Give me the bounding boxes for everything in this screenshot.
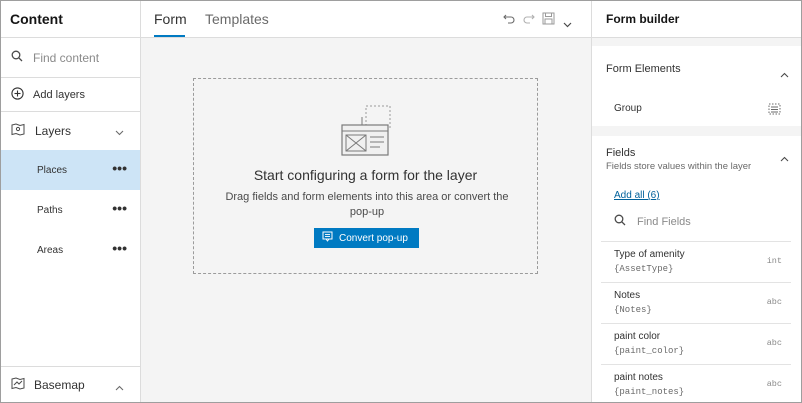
search-icon (11, 49, 23, 67)
fields-description: Fields store values within the layer (606, 161, 752, 172)
form-illustration-icon (340, 105, 392, 162)
more-options-icon[interactable]: ••• (112, 161, 127, 175)
convert-popup-label: Convert pop-up (339, 232, 408, 244)
form-elements-header[interactable]: Form Elements (592, 46, 801, 78)
save-icon[interactable] (542, 12, 555, 30)
chevron-down-icon (115, 125, 124, 139)
redo-icon[interactable] (522, 12, 535, 30)
convert-popup-button[interactable]: Convert pop-up (314, 228, 419, 248)
active-tab-indicator (154, 35, 185, 37)
layer-label: Paths (37, 204, 63, 216)
field-type: int (766, 256, 782, 266)
tab-templates[interactable]: Templates (205, 11, 269, 27)
layer-label: Areas (37, 244, 64, 256)
field-name: Notes (614, 290, 641, 301)
undo-icon[interactable] (503, 12, 516, 30)
layers-section-header[interactable]: Layers (1, 112, 140, 150)
field-name: Type of amenity (614, 249, 685, 260)
field-expression: {paint_notes} (614, 387, 685, 397)
form-element-group[interactable]: Group (592, 76, 801, 126)
form-builder-panel: Form builder Form Elements Group Fields … (591, 1, 801, 402)
field-item[interactable]: paint color {paint_color} abc (601, 323, 791, 364)
tab-bar: Form Templates (141, 1, 591, 38)
group-label: Group (614, 103, 642, 114)
form-dropzone[interactable]: Start configuring a form for the layer D… (193, 78, 538, 274)
field-list: Type of amenity {AssetType} int Notes {N… (601, 241, 791, 402)
add-layers-button[interactable]: Add layers (1, 78, 140, 112)
form-builder-title: Form builder (592, 1, 801, 38)
fields-label: Fields (606, 147, 636, 159)
field-item[interactable]: Notes {Notes} abc (601, 282, 791, 323)
layer-item-paths[interactable]: Paths ••• (1, 190, 140, 230)
layer-item-places[interactable]: Places ••• (1, 150, 140, 190)
layers-icon (11, 123, 25, 139)
field-expression: {Notes} (614, 305, 652, 315)
app-window: Content Add layers Layers Places ••• (0, 0, 802, 403)
search-icon (614, 213, 626, 231)
plus-circle-icon (11, 86, 24, 103)
group-icon (768, 102, 781, 120)
field-type: abc (766, 379, 782, 389)
form-canvas: Form Templates Start configuring a form … (141, 1, 591, 402)
find-fields-search[interactable] (614, 213, 794, 231)
field-item[interactable]: Type of amenity {AssetType} int (601, 241, 791, 282)
basemap-label: Basemap (34, 377, 85, 392)
layer-item-areas[interactable]: Areas ••• (1, 230, 140, 270)
field-type: abc (766, 297, 782, 307)
dropzone-subtitle: Drag fields and form elements into this … (225, 191, 509, 218)
field-item[interactable]: paint notes {paint_notes} abc (601, 364, 791, 402)
chevron-up-icon (780, 149, 789, 167)
dropzone-title: Start configuring a form for the layer (253, 167, 478, 183)
popup-icon (322, 231, 333, 245)
chevron-down-icon[interactable] (563, 15, 572, 33)
content-panel: Content Add layers Layers Places ••• (1, 1, 141, 402)
content-panel-title: Content (1, 1, 140, 38)
basemap-section-header[interactable]: Basemap (1, 366, 140, 402)
more-options-icon[interactable]: ••• (112, 241, 127, 255)
basemap-icon (11, 376, 25, 393)
fields-header[interactable]: Fields Fields store values within the la… (592, 136, 801, 178)
add-layers-label: Add layers (33, 88, 85, 101)
layers-label: Layers (35, 124, 72, 138)
add-all-link[interactable]: Add all (6) (614, 190, 660, 201)
content-search-input[interactable] (33, 50, 133, 65)
content-search[interactable] (1, 38, 140, 78)
field-name: paint notes (614, 372, 663, 383)
field-expression: {paint_color} (614, 346, 685, 356)
chevron-up-icon (115, 380, 124, 394)
section-divider (592, 126, 801, 136)
field-name: paint color (614, 331, 661, 342)
find-fields-input[interactable] (637, 216, 787, 228)
layer-label: Places (37, 164, 68, 176)
field-type: abc (766, 338, 782, 348)
form-elements-label: Form Elements (606, 63, 681, 75)
more-options-icon[interactable]: ••• (112, 201, 127, 215)
field-expression: {AssetType} (614, 264, 674, 274)
section-divider (592, 38, 801, 46)
tab-form[interactable]: Form (154, 11, 187, 27)
